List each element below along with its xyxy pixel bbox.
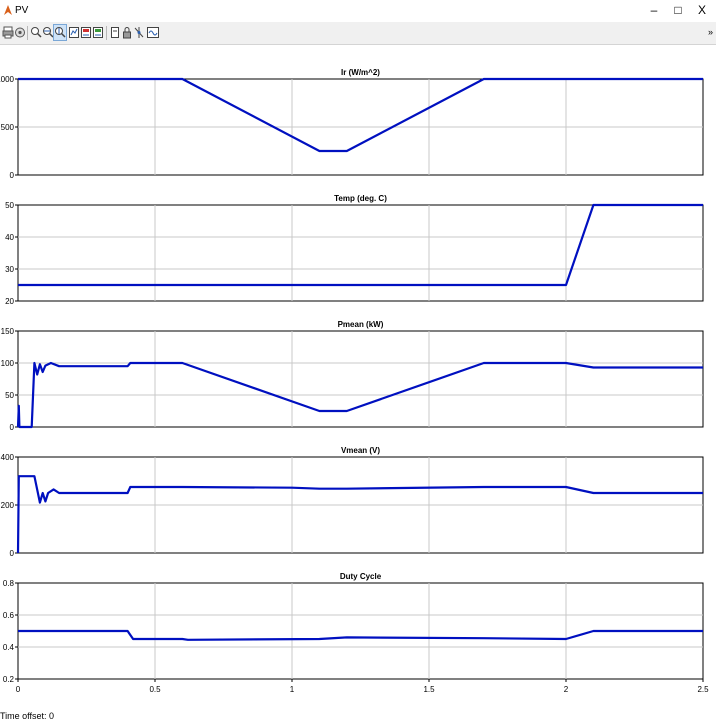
minimize-button[interactable]: –	[646, 3, 662, 17]
autoscale-icon[interactable]	[68, 25, 80, 40]
y-tick-label: 500	[1, 123, 15, 132]
toolbar-overflow-button[interactable]: »	[708, 27, 713, 37]
y-tick-label: 30	[5, 265, 14, 274]
zoom-icon[interactable]	[30, 25, 42, 40]
y-tick-label: 0	[10, 549, 15, 558]
time-offset-label: Time offset: 0	[0, 711, 55, 721]
matlab-app-icon	[4, 5, 12, 15]
x-tick-label: 2.5	[697, 685, 709, 694]
y-tick-label: 50	[5, 391, 14, 400]
zoom-x-icon[interactable]	[42, 25, 54, 40]
select-signals-icon[interactable]	[146, 25, 159, 40]
y-tick-label: 150	[1, 327, 15, 336]
scope-toolbar: »	[0, 22, 716, 45]
axes-frame	[17, 330, 704, 428]
y-tick-label: 40	[5, 233, 14, 242]
y-tick-label: 0	[10, 423, 15, 432]
x-tick-label: 1.5	[423, 685, 435, 694]
axes-frame	[17, 204, 704, 302]
restore-button[interactable]: □	[670, 3, 686, 17]
y-tick-label: 0.8	[3, 579, 15, 588]
plot-title: Duty Cycle	[340, 572, 382, 581]
parameters-icon[interactable]	[14, 25, 26, 40]
scope-plot-area: 05001000Ir (W/m^2)20304050Temp (deg. C)0…	[0, 68, 709, 694]
plot-title: Ir (W/m^2)	[341, 68, 380, 77]
y-tick-label: 50	[5, 201, 14, 210]
window-title: PV	[15, 5, 29, 16]
y-tick-label: 0.6	[3, 611, 15, 620]
y-tick-label: 1000	[0, 75, 15, 84]
signal-selector-icon[interactable]	[133, 25, 145, 40]
toolbar-separator	[27, 26, 28, 40]
y-tick-label: 100	[1, 359, 15, 368]
y-tick-label: 0	[10, 171, 15, 180]
plot-title: Pmean (kW)	[338, 320, 384, 329]
y-tick-label: 200	[1, 501, 15, 510]
toolbar-separator	[106, 26, 107, 40]
save-axes-icon[interactable]	[80, 25, 92, 40]
title-bar: PV – □ X	[0, 0, 716, 22]
plot-title: Temp (deg. C)	[334, 194, 387, 203]
x-tick-label: 1	[290, 685, 295, 694]
close-button[interactable]: X	[694, 3, 710, 17]
plot-title: Vmean (V)	[341, 446, 380, 455]
floating-scope-icon[interactable]	[109, 25, 121, 40]
x-tick-label: 2	[564, 685, 569, 694]
y-tick-label: 20	[5, 297, 14, 306]
x-tick-label: 0.5	[149, 685, 161, 694]
zoom-y-icon[interactable]	[53, 24, 67, 41]
print-icon[interactable]	[2, 25, 14, 40]
y-tick-label: 400	[1, 453, 15, 462]
y-tick-label: 0.2	[3, 675, 15, 684]
restore-axes-icon[interactable]	[92, 25, 104, 40]
x-tick-label: 0	[16, 685, 21, 694]
lock-axes-icon[interactable]	[121, 25, 133, 40]
y-tick-label: 0.4	[3, 643, 15, 652]
